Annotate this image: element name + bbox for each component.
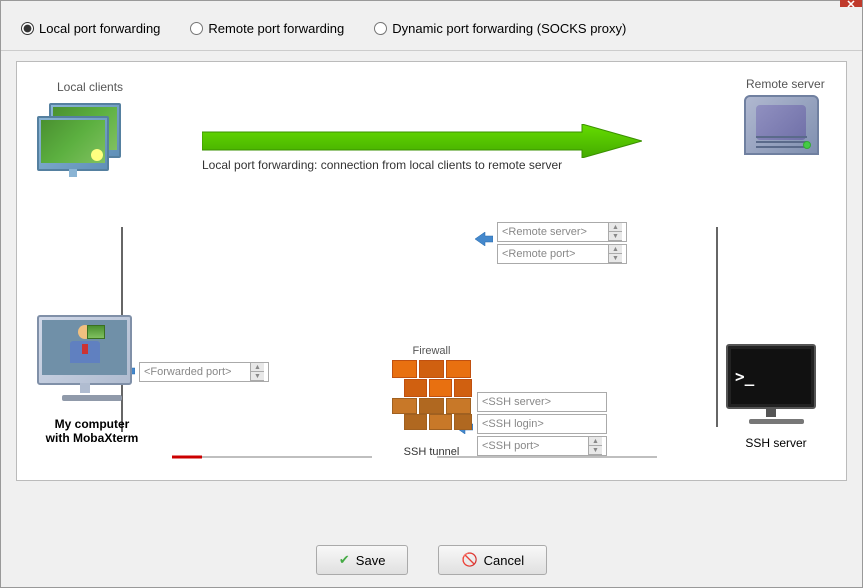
spinner-up[interactable]: ▲ [609, 223, 622, 232]
footer: ✔ Save 🚫 Cancel [1, 533, 862, 587]
radio-remote-label: Remote port forwarding [208, 21, 344, 36]
radio-dynamic-input[interactable] [374, 22, 387, 35]
ssh-server-area: >_ SSH server [726, 344, 826, 450]
save-label: Save [356, 553, 386, 568]
remote-server-label: Remote server [746, 77, 825, 91]
ssh-screen: >_ [731, 349, 811, 404]
spinner-down[interactable]: ▼ [609, 232, 622, 241]
firewall-label: Firewall [392, 345, 472, 357]
radio-dynamic[interactable]: Dynamic port forwarding (SOCKS proxy) [374, 21, 626, 36]
brick6 [454, 379, 472, 397]
radio-local-label: Local port forwarding [39, 21, 160, 36]
screen-icon [91, 149, 103, 161]
ssh-login-input[interactable]: <SSH login> [477, 414, 607, 434]
brick2 [419, 360, 444, 378]
my-computer-label: My computer with MobaXterm [37, 417, 147, 445]
firewall-icon [392, 360, 472, 430]
spinner-up3[interactable]: ▲ [251, 363, 264, 372]
brick12 [454, 414, 472, 430]
forwarded-port-spinner[interactable]: ▲ ▼ [250, 363, 264, 381]
remote-server-spinner[interactable]: ▲ ▼ [608, 223, 622, 241]
remote-server-area: Remote server [736, 77, 826, 157]
save-icon: ✔ [339, 552, 350, 568]
server-body [744, 95, 819, 155]
firewall-bot1 [392, 398, 472, 414]
brick11 [429, 414, 452, 430]
brick7 [392, 398, 417, 414]
main-content: Local clients [1, 51, 862, 533]
spinner-down4[interactable]: ▼ [589, 446, 602, 455]
remote-server-icon [736, 95, 826, 175]
firewall-area: Firewall [392, 345, 472, 430]
save-button[interactable]: ✔ Save [316, 545, 409, 575]
radio-local[interactable]: Local port forwarding [21, 21, 160, 36]
monitor-front [37, 116, 109, 171]
local-clients-icon [37, 98, 127, 178]
radio-remote[interactable]: Remote port forwarding [190, 21, 344, 36]
spinner-down2[interactable]: ▼ [609, 254, 622, 263]
diagram-area: Local clients [16, 61, 847, 481]
server-line3 [756, 136, 807, 138]
local-clients-label: Local clients [57, 80, 123, 94]
mypc-monitor [37, 315, 132, 385]
monitor-stand [69, 169, 77, 177]
server-line1 [756, 146, 807, 148]
brick10 [404, 414, 427, 430]
main-window: ✕ Local port forwarding Remote port forw… [0, 0, 863, 588]
firewall-mid [404, 379, 472, 397]
brick5 [429, 379, 452, 397]
monitor-front-screen [41, 120, 105, 163]
brick3 [446, 360, 471, 378]
remote-server-input[interactable]: <Remote server> ▲ ▼ [497, 222, 627, 242]
remote-port-input[interactable]: <Remote port> ▲ ▼ [497, 244, 627, 264]
my-computer-icon [37, 315, 147, 415]
radio-dynamic-label: Dynamic port forwarding (SOCKS proxy) [392, 21, 626, 36]
remote-server-inputs: <Remote server> ▲ ▼ <Remote port> ▲ ▼ [497, 222, 627, 264]
mypc-stand [80, 383, 90, 393]
brick4 [404, 379, 427, 397]
ssh-tunnel-label: SSH tunnel [404, 446, 460, 458]
radio-local-input[interactable] [21, 22, 34, 35]
spinner-up4[interactable]: ▲ [589, 437, 602, 446]
green-arrow-svg [202, 124, 642, 158]
brick8 [419, 398, 444, 414]
local-clients-area: Local clients [37, 80, 127, 160]
cancel-button[interactable]: 🚫 Cancel [438, 545, 547, 575]
person-tie [82, 344, 88, 354]
screen-thumb [87, 325, 105, 339]
mypc-screen [42, 320, 127, 375]
server-disk [756, 105, 806, 140]
server-indicator [803, 141, 811, 149]
my-computer-area: My computer with MobaXterm [37, 315, 147, 445]
server-line2 [756, 141, 807, 143]
ssh-server-icon: >_ [726, 344, 826, 434]
ssh-base [749, 419, 804, 424]
mypc-base [62, 395, 122, 401]
firewall-top [392, 360, 472, 378]
person-body [70, 341, 100, 363]
ssh-inputs-area: <SSH server> <SSH login> <SSH port> ▲ ▼ [477, 392, 607, 456]
brick1 [392, 360, 417, 378]
forwarded-port-input[interactable]: <Forwarded port> ▲ ▼ [139, 362, 269, 382]
remote-port-spinner[interactable]: ▲ ▼ [608, 245, 622, 263]
ssh-server-input[interactable]: <SSH server> [477, 392, 607, 412]
ssh-stand [766, 407, 776, 417]
remote-arrow-icon [475, 232, 493, 249]
ssh-port-input[interactable]: <SSH port> ▲ ▼ [477, 436, 607, 456]
person-icon [65, 325, 105, 370]
cancel-icon: 🚫 [461, 552, 477, 568]
brick9 [446, 398, 471, 414]
ssh-port-spinner[interactable]: ▲ ▼ [588, 437, 602, 455]
arrow-description: Local port forwarding: connection from l… [202, 158, 562, 172]
spinner-up2[interactable]: ▲ [609, 245, 622, 254]
ssh-server-label: SSH server [726, 436, 826, 450]
firewall-bot2 [404, 414, 472, 430]
ssh-monitor: >_ [726, 344, 816, 409]
radio-bar: Local port forwarding Remote port forwar… [1, 7, 862, 51]
spinner-down3[interactable]: ▼ [251, 372, 264, 381]
cancel-label: Cancel [484, 553, 524, 568]
radio-remote-input[interactable] [190, 22, 203, 35]
terminal-prompt: >_ [735, 367, 807, 386]
